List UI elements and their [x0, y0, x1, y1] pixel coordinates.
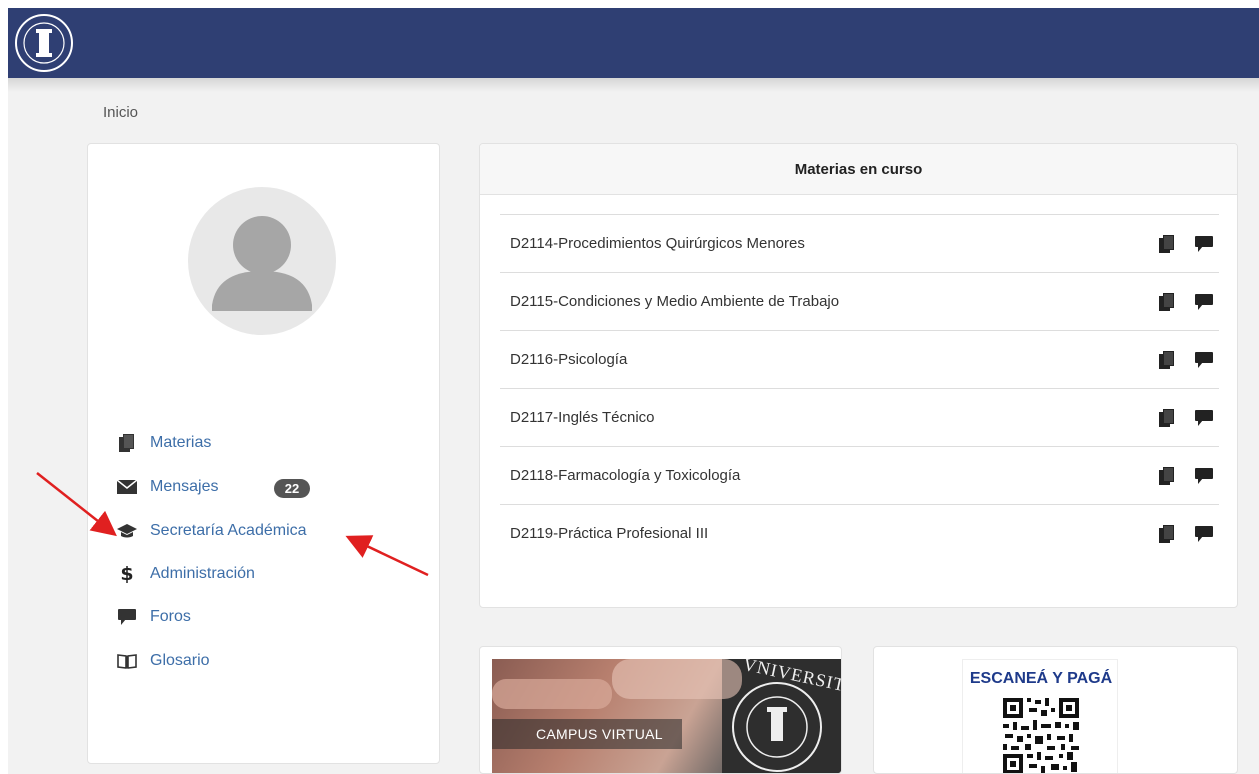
campus-virtual-card[interactable]: VNIVERSITAS CAMPUS VIRTUAL: [479, 646, 842, 774]
envelope-icon: [116, 478, 138, 496]
course-row[interactable]: D2118-Farmacología y Toxicología: [500, 446, 1219, 504]
courses-panel: Materias en curso D2114-Procedimientos Q…: [479, 143, 1238, 608]
sidebar-item-label: Secretaría Académica: [150, 522, 307, 539]
course-row[interactable]: D2115-Condiciones y Medio Ambiente de Tr…: [500, 272, 1219, 330]
course-name[interactable]: D2117-Inglés Técnico: [500, 409, 1159, 426]
books-icon: [116, 434, 138, 452]
qr-code-icon: [1001, 696, 1081, 773]
sidebar-item-glosario[interactable]: Glosario: [116, 649, 210, 673]
breadcrumb-home[interactable]: Inicio: [103, 104, 138, 121]
payment-qr-box[interactable]: ESCANEÁ Y PAGÁ: [962, 659, 1118, 773]
campus-virtual-banner[interactable]: VNIVERSITAS CAMPUS VIRTUAL: [492, 659, 841, 773]
course-name[interactable]: D2118-Farmacología y Toxicología: [500, 467, 1159, 484]
sidebar-item-label: Glosario: [150, 652, 210, 669]
speech-bubble-icon[interactable]: [1195, 467, 1213, 484]
sidebar-item-label: Mensajes: [150, 478, 219, 495]
speech-bubble-icon[interactable]: [1195, 525, 1213, 542]
course-name[interactable]: D2116-Psicología: [500, 351, 1159, 368]
books-icon[interactable]: [1159, 466, 1175, 485]
speech-bubble-icon: [116, 608, 138, 626]
header-shadow: [8, 78, 1259, 92]
course-row[interactable]: D2114-Procedimientos Quirúrgicos Menores: [500, 214, 1219, 272]
sidebar-item-label: Materias: [150, 434, 212, 451]
course-name[interactable]: D2114-Procedimientos Quirúrgicos Menores: [500, 235, 1159, 252]
speech-bubble-icon[interactable]: [1195, 293, 1213, 310]
top-navbar: [8, 8, 1259, 78]
sidebar-item-foros[interactable]: Foros: [116, 605, 191, 629]
user-silhouette-icon: [188, 187, 336, 335]
courses-panel-title: Materias en curso: [480, 144, 1237, 195]
universitas-seal-icon[interactable]: [12, 12, 76, 74]
unread-messages-badge: 22: [274, 479, 310, 498]
sidebar-item-administracion[interactable]: $ Administración: [116, 562, 255, 586]
course-name[interactable]: D2115-Condiciones y Medio Ambiente de Tr…: [500, 293, 1159, 310]
books-icon[interactable]: [1159, 234, 1175, 253]
speech-bubble-icon[interactable]: [1195, 409, 1213, 426]
course-row[interactable]: D2119-Práctica Profesional III: [500, 504, 1219, 562]
speech-bubble-icon[interactable]: [1195, 351, 1213, 368]
payment-title: ESCANEÁ Y PAGÁ: [969, 670, 1113, 687]
course-row[interactable]: D2116-Psicología: [500, 330, 1219, 388]
sidebar-item-label: Administración: [150, 565, 255, 582]
open-book-icon: [116, 652, 138, 670]
sidebar-item-secretaria-academica[interactable]: Secretaría Académica: [116, 519, 307, 543]
graduation-cap-icon: [116, 522, 138, 540]
books-icon[interactable]: [1159, 350, 1175, 369]
payment-qr-card[interactable]: ESCANEÁ Y PAGÁ: [873, 646, 1238, 774]
books-icon[interactable]: [1159, 292, 1175, 311]
sidebar-item-label: Foros: [150, 608, 191, 625]
dollar-icon: $: [120, 563, 134, 585]
sidebar-item-mensajes[interactable]: Mensajes: [116, 475, 218, 499]
course-row[interactable]: D2117-Inglés Técnico: [500, 388, 1219, 446]
books-icon[interactable]: [1159, 408, 1175, 427]
course-name[interactable]: D2119-Práctica Profesional III: [500, 525, 1159, 542]
speech-bubble-icon[interactable]: [1195, 235, 1213, 252]
campus-virtual-label: CAMPUS VIRTUAL: [536, 726, 663, 742]
books-icon[interactable]: [1159, 524, 1175, 543]
sidebar-item-materias[interactable]: Materias: [116, 431, 211, 455]
